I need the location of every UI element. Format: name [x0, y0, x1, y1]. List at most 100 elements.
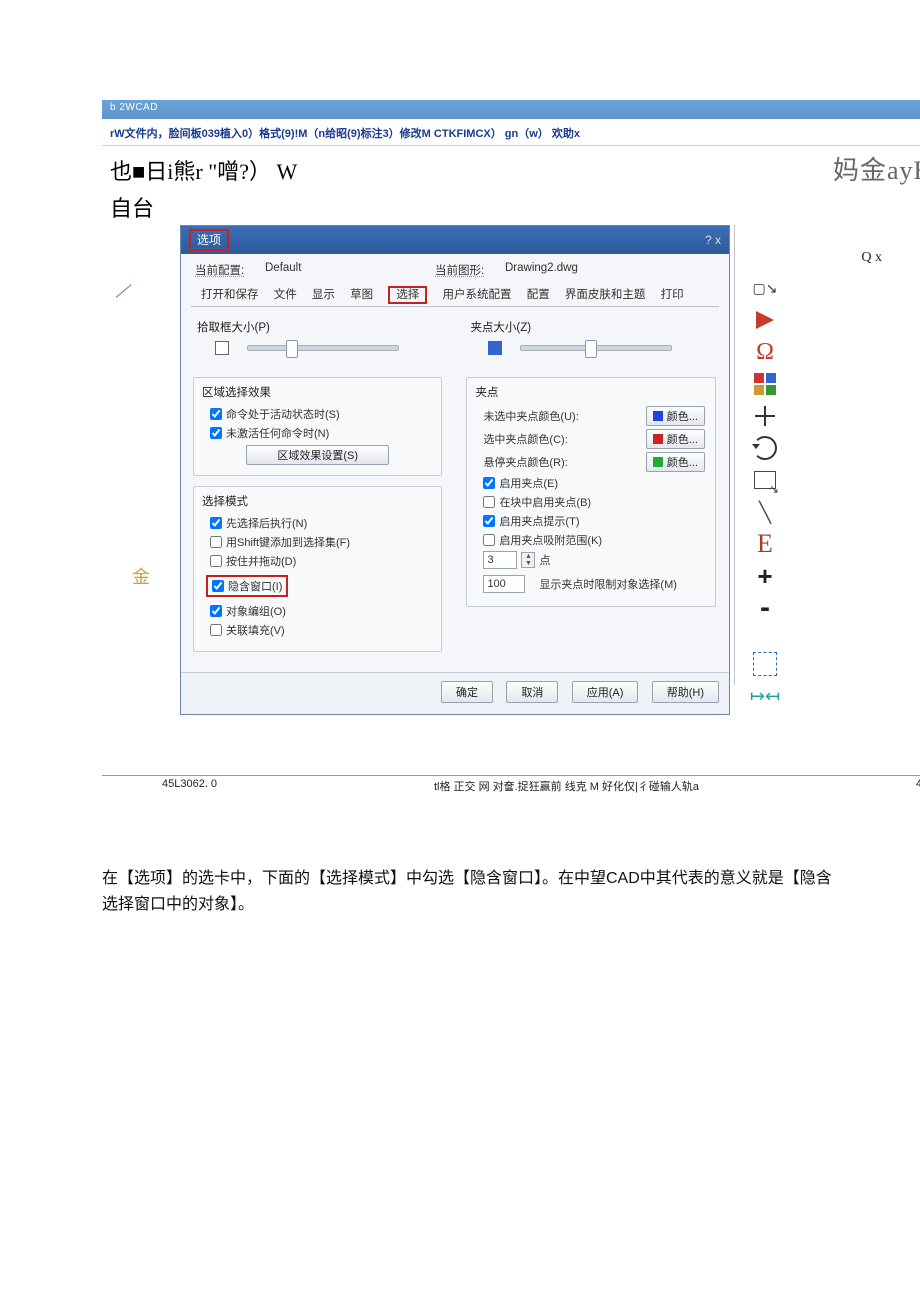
apply-button[interactable]: 应用(A) [572, 681, 639, 703]
tab-file[interactable]: 文件 [274, 289, 297, 301]
chk-assoc-hatch-box[interactable] [210, 624, 222, 636]
tool-grid4-icon[interactable] [752, 371, 778, 397]
tool-plus-icon[interactable]: + [752, 563, 778, 589]
chk-press-drag[interactable]: 按住并拖动(D) [210, 553, 431, 569]
tab-sketch[interactable]: 草图 [350, 289, 373, 301]
tab-user-pref[interactable]: 用户系统配置 [443, 289, 512, 301]
tab-display[interactable]: 显示 [312, 289, 335, 301]
chk-cmd-active[interactable]: 命令处于活动状态时(S) [210, 406, 431, 422]
status-bar: 45L3062. 0 tl格 正交 网 对奩.捉狂赢前 线克 M 好化仅|彳碰输… [102, 775, 920, 796]
grip-snap-spin-row: 3 ▲▼ 点 [483, 551, 704, 569]
tool-omega-icon[interactable]: Ω [752, 339, 778, 365]
grip-selected-color-button[interactable]: 颜色... [646, 429, 705, 449]
chk-shift-add-box[interactable] [210, 536, 222, 548]
tool-text-e-icon[interactable]: E [752, 531, 778, 557]
chk-grip-tip-label: 启用夹点提示(T) [499, 513, 579, 529]
chk-implied-window-box[interactable] [212, 580, 224, 592]
status-right: 4 [916, 778, 920, 794]
grip-snap-spinner[interactable]: ▲▼ [521, 552, 535, 568]
grip-hover-color-button[interactable]: 颜色... [646, 452, 705, 472]
gripsize-slider[interactable] [520, 345, 672, 351]
gripsize-label: 夹点大小(Z) [470, 319, 715, 335]
chk-grip-tip-box[interactable] [483, 515, 495, 527]
grip-hover-row: 悬停夹点颜色(R): 颜色... [483, 452, 704, 472]
pickbox-slider-thumb[interactable] [286, 340, 298, 358]
spin-down-icon[interactable]: ▼ [522, 560, 534, 567]
gold-label: 金 [102, 563, 180, 589]
cancel-button[interactable]: 取消 [506, 681, 558, 703]
gripsize-slider-thumb[interactable] [585, 340, 597, 358]
toolbar-right-text: 妈金ayEE□ [833, 156, 920, 185]
region-select-title: 区域选择效果 [202, 384, 433, 400]
current-drawing-value: Drawing2.dwg [505, 262, 578, 278]
grip-unselected-label: 未选中夹点颜色(U): [483, 408, 578, 424]
chk-noun-verb[interactable]: 先选择后执行(N) [210, 515, 431, 531]
current-profile-label: 当前配置: [195, 262, 265, 278]
chk-object-group-box[interactable] [210, 605, 222, 617]
tab-open-save[interactable]: 打开和保存 [201, 289, 259, 301]
gripsize-slider-row [464, 339, 717, 373]
chk-press-drag-label: 按住并拖动(D) [226, 553, 296, 569]
chk-assoc-hatch[interactable]: 关联填充(V) [210, 622, 431, 638]
chk-grip-snap[interactable]: 启用夹点吸附范围(K) [483, 532, 704, 548]
current-drawing-label: 当前图形: [435, 262, 505, 278]
tool-dashed-rect-icon[interactable] [752, 651, 778, 677]
chk-press-drag-box[interactable] [210, 555, 222, 567]
menubar[interactable]: rW文件内，脸间板039植入0）格式(9)!M（n给昭(9)标注3）修改M CT… [102, 119, 920, 146]
chk-cmd-active-box[interactable] [210, 408, 222, 420]
pickbox-slider-row [191, 339, 444, 373]
grip-limit-value[interactable]: 100 [483, 575, 525, 593]
chk-no-cmd[interactable]: 未激活任何命令时(N) [210, 425, 431, 441]
help-button[interactable]: 帮助(H) [652, 681, 719, 703]
tool-scale-rect-icon[interactable] [752, 467, 778, 493]
pickbox-size-label: 拾取框大小(P) [197, 319, 442, 335]
chk-noun-verb-box[interactable] [210, 517, 222, 529]
grip-limit-row: 100 显示夹点时限制对象选择(M) [483, 575, 704, 593]
region-effect-settings-button[interactable]: 区域效果设置(S) [246, 445, 389, 465]
chk-grip-tip[interactable]: 启用夹点提示(T) [483, 513, 704, 529]
tool-rotate-icon[interactable] [752, 435, 778, 461]
region-select-group: 区域选择效果 命令处于活动状态时(S) 未激活任何命令时(N) 区域效果设置(S… [193, 377, 442, 476]
tool-line-icon[interactable]: ╲ [752, 499, 778, 525]
dialog-window-controls[interactable]: ? x [705, 233, 721, 247]
chk-object-group[interactable]: 对象编组(O) [210, 603, 431, 619]
tab-ui-theme[interactable]: 界面皮肤和主题 [565, 289, 646, 301]
left-column: 拾取框大小(P) 区域选择效果 命令处于活动状态时(S) 未激活任何命令时(N)… [191, 315, 444, 662]
tab-selection[interactable]: 选择 [388, 286, 427, 304]
chk-shift-add[interactable]: 用Shift键添加到选择集(F) [210, 534, 431, 550]
tab-print[interactable]: 打印 [661, 289, 684, 301]
grip-selected-row: 选中夹点颜色(C): 颜色... [483, 429, 704, 449]
grip-unselected-color-button[interactable]: 颜色... [646, 406, 705, 426]
workarea: 金 选项 ? x 当前配置: Default 当前图形: Drawing2.dw… [102, 225, 920, 715]
swatch-green-icon [653, 457, 663, 467]
chk-grip-snap-box[interactable] [483, 534, 495, 546]
status-left: 45L3062. 0 [162, 778, 217, 794]
color-btn-label-2: 颜色... [667, 431, 698, 447]
chk-enable-grip-box[interactable] [483, 477, 495, 489]
chk-block-grip-box[interactable] [483, 496, 495, 508]
line-tool-icon[interactable] [112, 275, 140, 303]
dialog-titlebar[interactable]: 选项 ? x [181, 226, 729, 254]
tool-minus-icon[interactable]: - [752, 595, 778, 621]
chk-implied-window[interactable]: 隐含窗口(I) [206, 575, 288, 597]
tool-arrows-cyan-icon[interactable]: ↦↤ [752, 683, 778, 709]
tab-profiles[interactable]: 配置 [527, 289, 550, 301]
tool-move-icon[interactable] [752, 403, 778, 429]
spin-up-icon[interactable]: ▲ [522, 553, 534, 560]
pickbox-slider[interactable] [247, 345, 399, 351]
options-dialog: 选项 ? x 当前配置: Default 当前图形: Drawing2.dwg … [180, 225, 730, 715]
tool-corner-icon[interactable]: ▢↘ [752, 275, 778, 301]
status-mid: tl格 正交 网 对奩.捉狂赢前 线克 M 好化仅|彳碰输人轨a [434, 778, 699, 794]
grip-snap-value[interactable]: 3 [483, 551, 517, 569]
chk-no-cmd-label: 未激活任何命令时(N) [226, 425, 329, 441]
chk-block-grip[interactable]: 在块中启用夹点(B) [483, 494, 704, 510]
ok-button[interactable]: 确定 [441, 681, 493, 703]
chk-enable-grip[interactable]: 启用夹点(E) [483, 475, 704, 491]
chk-grip-snap-label: 启用夹点吸附范围(K) [499, 532, 602, 548]
grip-preview-icon [488, 341, 502, 355]
chk-no-cmd-box[interactable] [210, 427, 222, 439]
selection-mode-title: 选择模式 [202, 493, 433, 509]
tool-triangle-icon[interactable] [752, 307, 778, 333]
grip-unselected-row: 未选中夹点颜色(U): 颜色... [483, 406, 704, 426]
chk-cmd-active-label: 命令处于活动状态时(S) [226, 406, 340, 422]
